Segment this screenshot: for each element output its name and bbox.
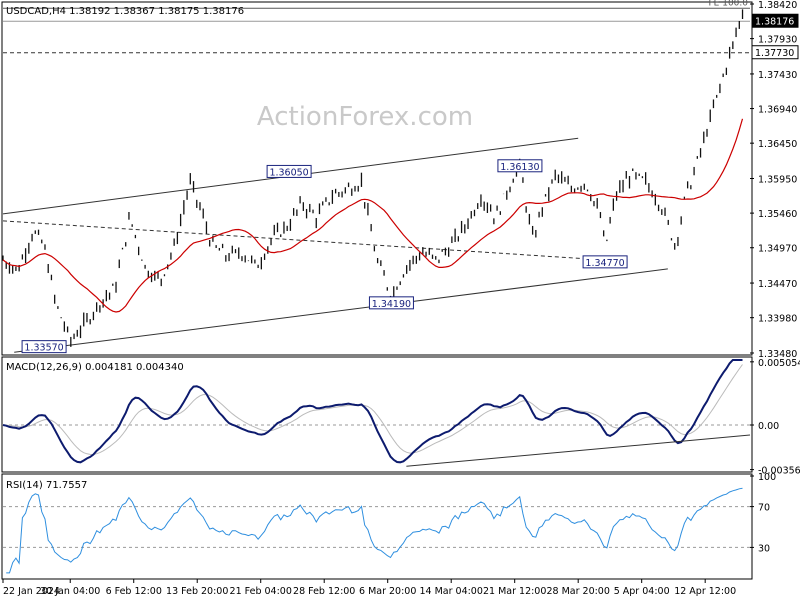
- macd-tick-label: 0.00: [758, 421, 779, 432]
- watermark: ActionForex.com: [257, 102, 473, 132]
- price-tick-label: 1.35460: [758, 209, 797, 220]
- price-tick-label: 1.36940: [758, 105, 797, 116]
- time-tick-label: 28 Feb 12:00: [293, 586, 355, 597]
- time-tick-label: 21 Mar 12:00: [483, 586, 546, 597]
- price-tag-label: 1.38176: [755, 17, 794, 28]
- price-tick-label: 1.36450: [758, 139, 797, 150]
- pivot-label: 1.33570: [24, 343, 63, 354]
- price-tick-label: 1.37930: [758, 35, 797, 46]
- pivot-label: 1.36050: [269, 167, 308, 178]
- rsi-title: RSI(14) 71.7557: [6, 480, 87, 491]
- rsi-tick-label: 70: [758, 503, 770, 514]
- price-tick-label: 1.37430: [758, 70, 797, 81]
- price-tick-label: 1.34470: [758, 279, 797, 290]
- chart: ActionForex.com FE 100.0 1.33570 1.36050 1.…: [0, 0, 800, 600]
- pivot-label: 1.34770: [585, 258, 624, 269]
- price-tick-label: 1.33980: [758, 314, 797, 325]
- time-tick-label: 21 Feb 04:00: [230, 586, 292, 597]
- macd-title: MACD(12,26,9) 0.004181 0.004340: [6, 362, 184, 373]
- time-tick-label: 6 Feb 12:00: [106, 586, 162, 597]
- pivot-label: 1.36130: [500, 162, 539, 173]
- price-tick-label: 1.34970: [758, 244, 797, 255]
- time-tick-label: 14 Mar 04:00: [419, 586, 482, 597]
- macd-tick-label: 0.005054: [758, 358, 800, 369]
- rsi-tick-label: 30: [758, 543, 770, 554]
- price-tick-label: 1.38420: [758, 0, 797, 11]
- time-tick-label: 28 Mar 20:00: [546, 586, 609, 597]
- time-tick-label: 13 Feb 20:00: [166, 586, 228, 597]
- pivot-label: 1.34190: [372, 299, 411, 310]
- rsi-tick-label: 100: [758, 472, 776, 483]
- time-tick-label: 30 Jan 04:00: [40, 586, 100, 597]
- price-tick-label: 1.35950: [758, 175, 797, 186]
- fe-level-label: FE 100.0: [709, 0, 749, 8]
- price-tag-label: 1.37730: [755, 48, 794, 59]
- time-tick-label: 12 Apr 12:00: [674, 586, 736, 597]
- time-tick-label: 5 Apr 04:00: [614, 586, 670, 597]
- price-chart-title: USDCAD,H4 1.38192 1.38367 1.38175 1.3817…: [6, 6, 244, 17]
- time-tick-label: 6 Mar 20:00: [359, 586, 416, 597]
